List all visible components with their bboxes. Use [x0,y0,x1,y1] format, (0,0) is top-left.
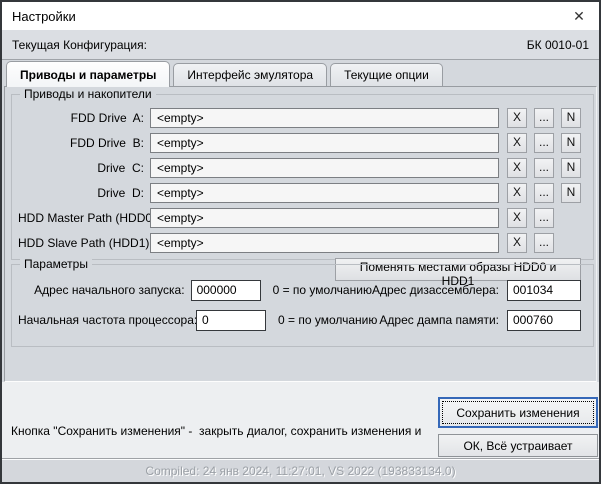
status-bar: Compiled: 24 янв 2024, 11:27:01, VS 2022… [2,458,599,482]
drive-row-d: Drive D: X ... N [18,182,581,203]
footer-area: Кнопка "Сохранить изменения" - закрыть д… [2,382,599,458]
start-address-input[interactable] [191,280,261,301]
ok-no-changes-button[interactable]: ОК, Всё устраивает [438,434,598,457]
tab-current-options[interactable]: Текущие опции [330,63,443,86]
tab-drives-and-params[interactable]: Приводы и параметры [6,61,170,87]
drive-row-c: Drive C: X ... N [18,157,581,178]
new-image-button[interactable]: N [561,133,581,153]
footer-note-line: Кнопка "Сохранить изменения" - закрыть д… [11,423,435,439]
drive-row-hdd0: HDD Master Path (HDD0): X ... [18,207,581,228]
drive-row-fdd-b: FDD Drive B: X ... N [18,132,581,153]
current-config-bar: Текущая Конфигурация: БК 0010-01 [2,30,599,60]
drive-label: Drive C: [18,161,144,175]
drive-label: HDD Slave Path (HDD1): [18,236,144,250]
save-changes-button[interactable]: Сохранить изменения [438,397,598,428]
drive-path-field-d[interactable] [150,183,499,203]
hdd1-path-field[interactable] [150,233,499,253]
browse-button[interactable]: ... [534,183,554,203]
param-row-cpu-frequency: Начальная частота процессора: 0 = по умо… [18,309,581,331]
clear-button[interactable]: X [507,133,527,153]
drives-groupbox: Приводы и накопители FDD Drive A: X ... … [11,94,594,260]
hdd0-path-field[interactable] [150,208,499,228]
browse-button[interactable]: ... [534,233,554,253]
new-image-button[interactable]: N [561,183,581,203]
cpu-frequency-label: Начальная частота процессора: [18,313,190,327]
drive-row-fdd-a: FDD Drive A: X ... N [18,107,581,128]
drive-path-field-c[interactable] [150,158,499,178]
browse-button[interactable]: ... [534,208,554,228]
memory-dump-address-input[interactable] [507,310,581,331]
compiled-info: Compiled: 24 янв 2024, 11:27:01, VS 2022… [145,464,455,478]
start-address-label: Адрес начального запуска: [18,283,185,297]
browse-button[interactable]: ... [534,133,554,153]
drive-label: Drive D: [18,186,144,200]
titlebar: Настройки [2,2,599,30]
param-row-start-address: Адрес начального запуска: 0 = по умолчан… [18,279,581,301]
tab-page-drives: Приводы и накопители FDD Drive A: X ... … [4,86,597,382]
browse-button[interactable]: ... [534,158,554,178]
params-groupbox: Параметры Адрес начального запуска: 0 = … [11,264,594,347]
cpu-frequency-input[interactable] [196,310,266,331]
drive-label: FDD Drive B: [18,136,144,150]
drive-path-field-b[interactable] [150,133,499,153]
drives-group-title: Приводы и накопители [20,87,156,102]
new-image-button[interactable]: N [561,108,581,128]
clear-button[interactable]: X [507,108,527,128]
settings-dialog: Настройки ✕ Текущая Конфигурация: БК 001… [0,0,601,484]
clear-button[interactable]: X [507,158,527,178]
default-hint: 0 = по умолчанию [273,283,372,297]
tab-emulator-interface[interactable]: Интерфейс эмулятора [173,63,327,86]
current-config-value: БК 0010-01 [527,38,589,52]
memory-dump-address-label: Адрес дампа памяти: [377,313,499,327]
clear-button[interactable]: X [507,233,527,253]
clear-button[interactable]: X [507,183,527,203]
param-rows: Адрес начального запуска: 0 = по умолчан… [12,279,593,339]
drive-path-field-a[interactable] [150,108,499,128]
disassembler-address-input[interactable] [507,280,581,301]
params-group-title: Параметры [20,257,92,272]
drive-rows: FDD Drive A: X ... N FDD Drive B: X ... … [12,107,593,281]
current-config-label: Текущая Конфигурация: [12,38,147,52]
drive-label: FDD Drive A: [18,111,144,125]
drive-row-hdd1: HDD Slave Path (HDD1): X ... [18,232,581,253]
clear-button[interactable]: X [507,208,527,228]
drive-label: HDD Master Path (HDD0): [18,211,144,225]
tabstrip: Приводы и параметры Интерфейс эмулятора … [6,60,443,86]
browse-button[interactable]: ... [534,108,554,128]
window-title: Настройки [12,9,76,24]
disassembler-address-label: Адрес дизассемблера: [372,283,499,297]
new-image-button[interactable]: N [561,158,581,178]
default-hint: 0 = по умолчанию [278,313,377,327]
close-icon[interactable]: ✕ [563,3,595,29]
